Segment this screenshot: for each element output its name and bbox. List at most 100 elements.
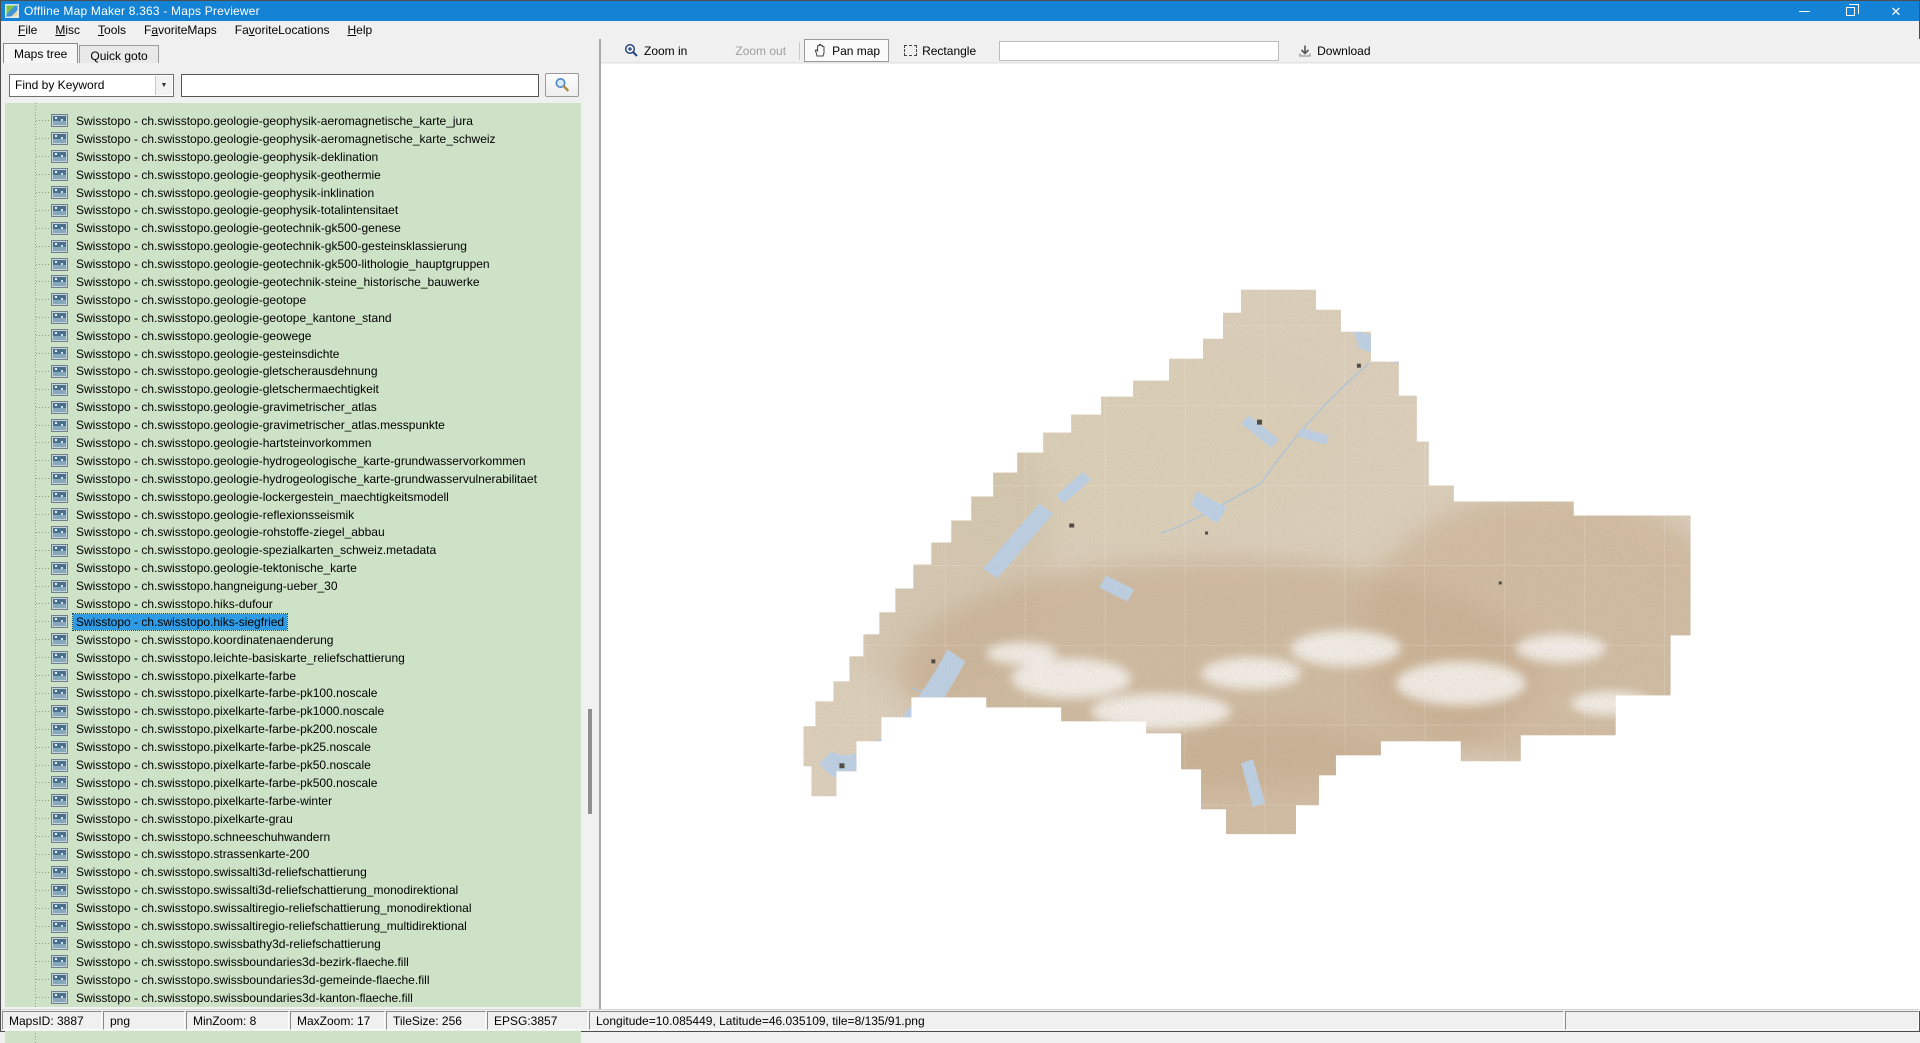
tree-item[interactable]: Swisstopo - ch.swisstopo.geologie-geotop… (5, 309, 395, 327)
tree-item[interactable]: Swisstopo - ch.swisstopo.geologie-geophy… (5, 166, 384, 184)
tree-item[interactable]: Swisstopo - ch.swisstopo.geologie-hartst… (5, 434, 374, 452)
zoom-in-icon (624, 43, 639, 58)
vertical-scrollbar-thumb[interactable] (588, 709, 592, 814)
tree-item[interactable]: Swisstopo - ch.swisstopo.pixelkarte-farb… (5, 667, 299, 685)
tree-item[interactable]: Swisstopo - ch.swisstopo.hiks-siegfried (5, 613, 287, 631)
tree-item[interactable]: Swisstopo - ch.swisstopo.geologie-gletsc… (5, 380, 382, 398)
tree-item[interactable]: Swisstopo - ch.swisstopo.swissboundaries… (5, 971, 433, 989)
map-layer-icon (51, 562, 68, 575)
tree-item[interactable]: Swisstopo - ch.swisstopo.geologie-reflex… (5, 506, 357, 524)
tab-quick-goto[interactable]: Quick goto (79, 45, 158, 63)
minimize-button[interactable] (1781, 1, 1827, 21)
tree-item[interactable]: Swisstopo - ch.swisstopo.geologie-gestei… (5, 345, 342, 363)
restore-button[interactable] (1827, 1, 1873, 21)
menu-misc[interactable]: Misc (46, 22, 89, 38)
coordinate-input[interactable] (999, 41, 1279, 61)
tree-item[interactable]: Swisstopo - ch.swisstopo.geologie-geophy… (5, 201, 401, 219)
tree-connector (36, 120, 49, 121)
tree-item[interactable]: Swisstopo - ch.swisstopo.geologie-geotec… (5, 219, 404, 237)
tree-item[interactable]: Swisstopo - ch.swisstopo.swissboundaries… (5, 953, 412, 971)
tree-item[interactable]: Swisstopo - ch.swisstopo.schneeschuhwand… (5, 828, 333, 846)
tree-item[interactable]: Swisstopo - ch.swisstopo.koordinatenaend… (5, 631, 336, 649)
close-button[interactable]: ✕ (1873, 1, 1919, 21)
tree-item[interactable]: Swisstopo - ch.swisstopo.geologie-hydrog… (5, 452, 529, 470)
search-button[interactable] (545, 73, 579, 97)
tree-item[interactable]: Swisstopo - ch.swisstopo.geologie-gravim… (5, 398, 380, 416)
tree-item[interactable]: Swisstopo - ch.swisstopo.hangneigung-ueb… (5, 577, 341, 595)
tree-item[interactable]: Swisstopo - ch.swisstopo.geologie-geophy… (5, 184, 377, 202)
tree-vertical-scrollbar[interactable] (585, 91, 595, 1013)
download-icon (1298, 44, 1312, 58)
map-layer-icon (51, 240, 68, 253)
tree-item[interactable]: Swisstopo - ch.swisstopo.geologie-spezia… (5, 541, 439, 559)
tree-item[interactable]: Swisstopo - ch.swisstopo.geologie-locker… (5, 488, 452, 506)
minimize-icon (1799, 11, 1810, 12)
tree-item[interactable]: Swisstopo - ch.swisstopo.geologie-geotec… (5, 273, 483, 291)
tree-connector (36, 478, 49, 479)
tree-connector (36, 836, 49, 837)
map-canvas[interactable] (601, 64, 1920, 1011)
zoom-out-button[interactable]: Zoom out (726, 40, 795, 62)
menu-tools[interactable]: Tools (89, 22, 135, 38)
tree-connector (36, 711, 49, 712)
tree-item[interactable]: Swisstopo - ch.swisstopo.pixelkarte-farb… (5, 720, 380, 738)
pan-map-button[interactable]: Pan map (804, 39, 889, 62)
tree-item[interactable]: Swisstopo - ch.swisstopo.strassenkarte-2… (5, 846, 312, 864)
map-layer-icon (51, 436, 68, 449)
tree-item[interactable]: Swisstopo - ch.swisstopo.hiks-dufour (5, 595, 276, 613)
tree-item[interactable]: Swisstopo - ch.swisstopo.geologie-geotop… (5, 291, 309, 309)
tree-item[interactable]: Swisstopo - ch.swisstopo.swissboundaries… (5, 989, 416, 1007)
tree-item[interactable]: Swisstopo - ch.swisstopo.swissalti3d-rel… (5, 863, 370, 881)
tree-item[interactable]: Swisstopo - ch.swisstopo.geologie-tekton… (5, 559, 360, 577)
tree-item[interactable]: Swisstopo - ch.swisstopo.geologie-rohsto… (5, 523, 388, 541)
rectangle-button[interactable]: Rectangle (895, 40, 985, 62)
keyword-input[interactable] (181, 74, 539, 97)
tree-item[interactable]: Swisstopo - ch.swisstopo.pixelkarte-farb… (5, 774, 380, 792)
tree-item[interactable]: Swisstopo - ch.swisstopo.pixelkarte-farb… (5, 685, 380, 703)
tree-item[interactable]: Swisstopo - ch.swisstopo.leichte-basiska… (5, 649, 408, 667)
map-layer-icon (51, 741, 68, 754)
tree-item[interactable]: Swisstopo - ch.swisstopo.swissalti3d-rel… (5, 881, 461, 899)
tree-connector (36, 693, 49, 694)
tree-item[interactable]: Swisstopo - ch.swisstopo.pixelkarte-farb… (5, 702, 387, 720)
tree-item[interactable]: Swisstopo - ch.swisstopo.swissaltiregio-… (5, 917, 470, 935)
search-row: Find by Keyword ▼ (9, 73, 579, 97)
tree-item[interactable]: Swisstopo - ch.swisstopo.pixelkarte-farb… (5, 792, 335, 810)
search-icon (554, 77, 570, 93)
chevron-down-icon[interactable]: ▼ (155, 76, 172, 95)
tree-item[interactable]: Swisstopo - ch.swisstopo.swissbathy3d-re… (5, 935, 384, 953)
tree-item[interactable]: Swisstopo - ch.swisstopo.geologie-gletsc… (5, 362, 381, 380)
tree-item[interactable]: Swisstopo - ch.swisstopo.geologie-geophy… (5, 148, 381, 166)
tree-item[interactable]: Swisstopo - ch.swisstopo.geologie-geoweg… (5, 327, 314, 345)
tree-connector (36, 943, 49, 944)
map-layer-icon (51, 669, 68, 682)
tree-connector (36, 961, 49, 962)
tree-connector (36, 568, 49, 569)
tree-item[interactable]: Swisstopo - ch.swisstopo.geologie-geophy… (5, 130, 499, 148)
menu-file[interactable]: File (9, 22, 46, 38)
tab-maps-tree[interactable]: Maps tree (3, 43, 78, 63)
tree-connector (36, 156, 49, 157)
map-layer-icon (51, 812, 68, 825)
zoom-in-button[interactable]: Zoom in (615, 39, 696, 62)
tree-item[interactable]: Swisstopo - ch.swisstopo.geologie-hydrog… (5, 470, 540, 488)
map-layer-icon (51, 168, 68, 181)
tree-item[interactable]: Swisstopo - ch.swisstopo.swissaltiregio-… (5, 899, 475, 917)
search-mode-combobox[interactable]: Find by Keyword ▼ (9, 74, 174, 97)
download-button[interactable]: Download (1289, 40, 1379, 62)
menu-help[interactable]: Help (339, 22, 382, 38)
tree-item[interactable]: Swisstopo - ch.swisstopo.geologie-gravim… (5, 416, 448, 434)
map-layer-icon (51, 991, 68, 1004)
tree-item[interactable]: Swisstopo - ch.swisstopo.pixelkarte-farb… (5, 738, 374, 756)
tree-item[interactable]: Swisstopo - ch.swisstopo.geologie-geotec… (5, 255, 493, 273)
tree-item[interactable]: Swisstopo - ch.swisstopo.pixelkarte-grau (5, 810, 296, 828)
tree-item[interactable]: Swisstopo - ch.swisstopo.geologie-geophy… (5, 112, 476, 130)
menu-favoritelocations[interactable]: FavoriteLocations (226, 22, 339, 38)
map-layer-icon (51, 132, 68, 145)
map-layer-icon (51, 848, 68, 861)
tree-connector (36, 192, 49, 193)
map-layer-icon (51, 114, 68, 127)
tree-item[interactable]: Swisstopo - ch.swisstopo.pixelkarte-farb… (5, 756, 374, 774)
tree-item[interactable]: Swisstopo - ch.swisstopo.geologie-geotec… (5, 237, 470, 255)
menu-favoritemaps[interactable]: FavoriteMaps (135, 22, 226, 38)
